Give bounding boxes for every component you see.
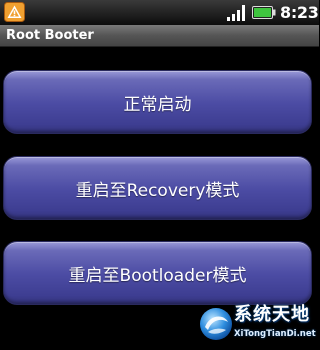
title-bar: Root Booter: [0, 25, 319, 47]
button-label: 重启至Recovery模式: [75, 180, 240, 201]
signal-bars-icon: [226, 4, 248, 21]
watermark: 系统天地 XiTongTianDi.net: [194, 300, 318, 348]
app-screen: 8:23 Root Booter 正常启动 重启至Recovery模式 重启至B…: [0, 0, 319, 350]
battery-icon: [252, 6, 276, 19]
reboot-bootloader-button[interactable]: 重启至Bootloader模式: [3, 241, 312, 305]
app-title: Root Booter: [6, 28, 94, 43]
watermark-url: XiTongTianDi.net: [234, 329, 316, 339]
reboot-recovery-button[interactable]: 重启至Recovery模式: [3, 156, 312, 220]
warning-triangle-icon[interactable]: [4, 2, 25, 22]
button-label: 正常启动: [123, 94, 192, 115]
normal-boot-button[interactable]: 正常启动: [3, 70, 312, 134]
status-bar: 8:23: [0, 0, 319, 25]
watermark-title: 系统天地: [234, 304, 310, 325]
watermark-logo-icon: [198, 306, 234, 342]
status-clock: 8:23: [280, 3, 319, 22]
button-label: 重启至Bootloader模式: [68, 265, 247, 286]
